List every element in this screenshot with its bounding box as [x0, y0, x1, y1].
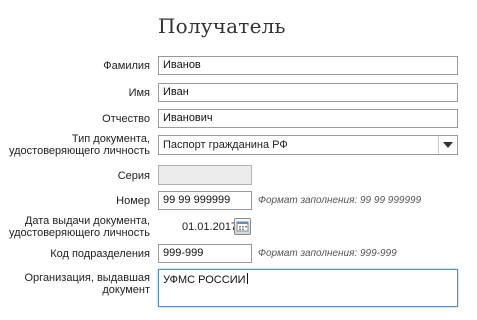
doc-type-value: Паспорт гражданина РФ [163, 139, 288, 151]
issue-date-label: Дата выдачи документа, удостоверяющего л… [9, 215, 150, 239]
division-code-format-hint: Формат заполнения: 999-999 [258, 248, 397, 259]
chevron-down-icon [443, 142, 453, 148]
text-caret [246, 273, 248, 284]
organization-label-line1: Организация, выдавшая [24, 272, 151, 284]
division-code-input[interactable]: 999-999 [158, 244, 252, 263]
issue-date-input[interactable]: 01.01.2017 [182, 221, 237, 233]
organization-value: УФМС РОССИИ [163, 274, 246, 286]
organization-label: Организация, выдавшая документ [25, 272, 151, 296]
doc-type-label-line1: Тип документа, [71, 133, 150, 145]
surname-input[interactable]: Иванов [158, 56, 458, 75]
doc-type-select[interactable]: Паспорт гражданина РФ [158, 135, 458, 155]
patronymic-input[interactable]: Иванович [158, 109, 458, 128]
form-title: Получатель [158, 14, 286, 38]
organization-textarea[interactable]: УФМС РОССИИ [158, 269, 458, 307]
surname-label: Фамилия [103, 60, 150, 72]
number-format-hint: Формат заполнения: 99 99 999999 [258, 195, 422, 206]
division-code-label: Код подразделения [50, 248, 150, 260]
series-input[interactable] [158, 165, 252, 185]
name-input[interactable]: Иван [158, 83, 458, 102]
calendar-icon [236, 221, 249, 232]
issue-date-label-line2: удостоверяющего личность [9, 227, 150, 239]
doc-type-label: Тип документа, удостоверяющего личность [9, 133, 150, 157]
number-label: Номер [116, 195, 150, 207]
organization-label-line2: документ [102, 284, 150, 296]
dropdown-arrow-button[interactable] [438, 136, 457, 154]
patronymic-label: Отчество [102, 113, 150, 125]
number-input[interactable]: 99 99 999999 [158, 191, 252, 210]
series-label: Серия [117, 170, 150, 182]
issue-date-label-line1: Дата выдачи документа, [24, 215, 150, 227]
doc-type-label-line2: удостоверяющего личность [9, 145, 150, 157]
name-label: Имя [128, 87, 150, 99]
calendar-button[interactable] [234, 218, 251, 235]
